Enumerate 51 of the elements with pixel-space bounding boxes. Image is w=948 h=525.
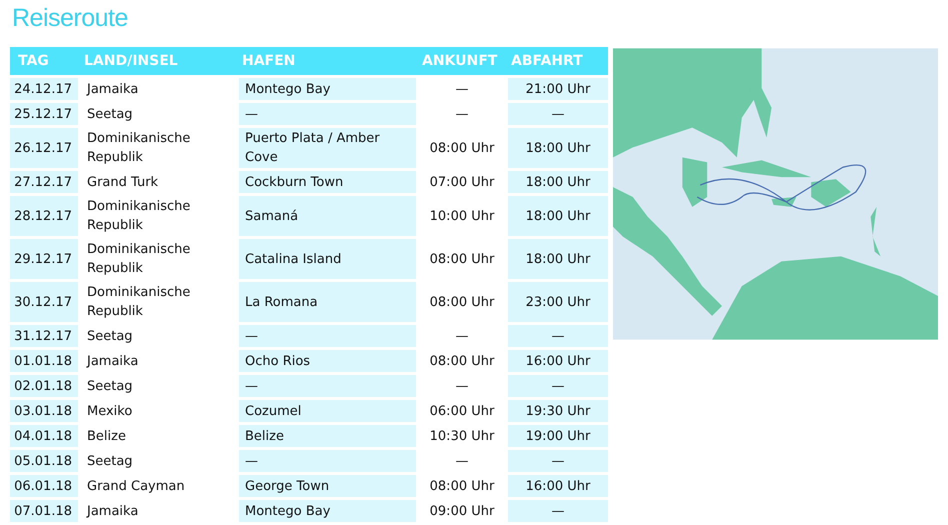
table-cell: 02.01.18 bbox=[10, 375, 78, 397]
table-cell: 05.01.18 bbox=[10, 450, 78, 472]
table-cell: Cockburn Town bbox=[239, 171, 416, 193]
table-cell: 29.12.17 bbox=[10, 239, 78, 279]
table-cell: 07.01.18 bbox=[10, 500, 78, 522]
table-cell: — bbox=[239, 450, 416, 472]
table-cell: 25.12.17 bbox=[10, 103, 78, 125]
table-cell: Ocho Rios bbox=[239, 350, 416, 372]
table-cell: — bbox=[508, 450, 608, 472]
table-cell: 19:00 Uhr bbox=[508, 425, 608, 447]
table-cell: 24.12.17 bbox=[10, 78, 78, 100]
column-header: TAG bbox=[10, 47, 78, 75]
table-cell: 16:00 Uhr bbox=[508, 475, 608, 497]
table-cell: 19:30 Uhr bbox=[508, 400, 608, 422]
table-cell: 21:00 Uhr bbox=[508, 78, 608, 100]
table-cell: 26.12.17 bbox=[10, 128, 78, 168]
table-cell: 04.01.18 bbox=[10, 425, 78, 447]
page-title: Reiseroute bbox=[12, 4, 129, 33]
table-cell: 23:00 Uhr bbox=[508, 282, 608, 322]
table-cell: Belize bbox=[239, 425, 416, 447]
table-cell: — bbox=[239, 375, 416, 397]
table-cell: Samaná bbox=[239, 196, 416, 236]
column-header: ABFAHRT bbox=[505, 47, 608, 75]
table-cell: — bbox=[239, 103, 416, 125]
column-header: LAND/INSEL bbox=[78, 47, 236, 75]
table-cell: Catalina Island bbox=[239, 239, 416, 279]
table-cell: Cozumel bbox=[239, 400, 416, 422]
column-header: HAFEN bbox=[236, 47, 416, 75]
table-cell: — bbox=[508, 103, 608, 125]
table-cell: La Romana bbox=[239, 282, 416, 322]
table-cell: 16:00 Uhr bbox=[508, 350, 608, 372]
table-cell: 03.01.18 bbox=[10, 400, 78, 422]
table-cell: Montego Bay bbox=[239, 500, 416, 522]
table-cell: 28.12.17 bbox=[10, 196, 78, 236]
table-cell: Montego Bay bbox=[239, 78, 416, 100]
table-cell: — bbox=[508, 375, 608, 397]
table-cell: 27.12.17 bbox=[10, 171, 78, 193]
table-cell: 18:00 Uhr bbox=[508, 196, 608, 236]
table-cell: 06.01.18 bbox=[10, 475, 78, 497]
table-cell: 30.12.17 bbox=[10, 282, 78, 322]
table-cell: — bbox=[508, 500, 608, 522]
table-cell: George Town bbox=[239, 475, 416, 497]
column-header: ANKUNFT bbox=[416, 47, 505, 75]
table-cell: 18:00 Uhr bbox=[508, 239, 608, 279]
table-cell: Puerto Plata / Amber Cove bbox=[239, 128, 416, 168]
table-cell: — bbox=[508, 325, 608, 347]
table-cell: — bbox=[239, 325, 416, 347]
table-cell: 31.12.17 bbox=[10, 325, 78, 347]
table-cell: 18:00 Uhr bbox=[508, 128, 608, 168]
table-cell: 01.01.18 bbox=[10, 350, 78, 372]
table-cell: 18:00 Uhr bbox=[508, 171, 608, 193]
